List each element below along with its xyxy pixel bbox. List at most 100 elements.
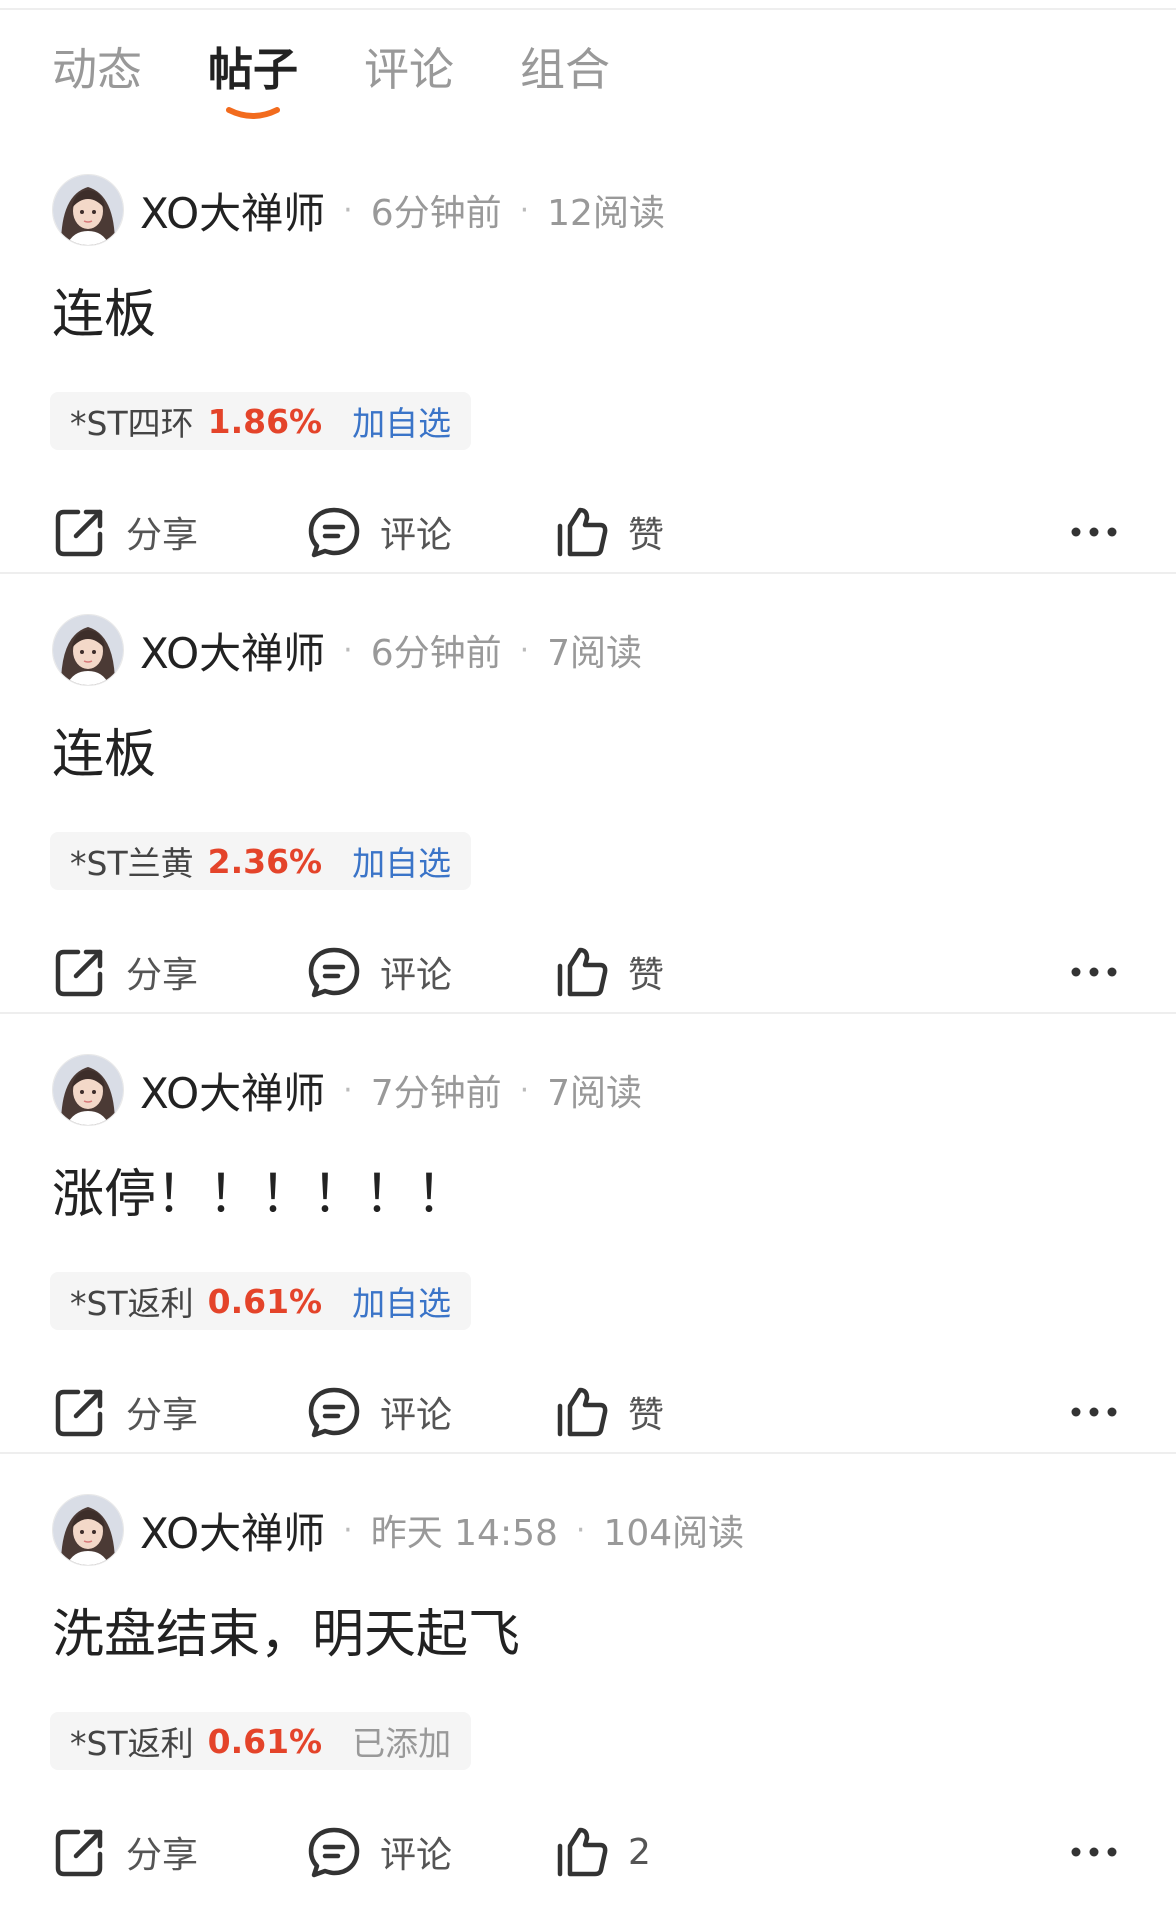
- comment-button[interactable]: 评论: [306, 932, 452, 1012]
- post-title[interactable]: 连板: [52, 712, 156, 787]
- like-count: 2: [628, 1831, 651, 1873]
- share-icon: [55, 1829, 103, 1877]
- post-separator: [0, 572, 1176, 574]
- share-icon: [55, 949, 103, 997]
- read-count: 7阅读: [547, 633, 643, 674]
- comment-label: 评论: [380, 955, 453, 996]
- avatar[interactable]: [52, 174, 124, 246]
- read-count: 104阅读: [603, 1513, 745, 1554]
- post-time: 7分钟前: [370, 1073, 502, 1114]
- tab-posts-label: 帖子: [208, 43, 299, 96]
- more-dots-icon: [1071, 967, 1117, 977]
- stock-name: *ST兰黄: [70, 844, 194, 883]
- post-header: XO大禅师 · 6分钟前 · 7阅读: [52, 612, 642, 688]
- stock-change: 0.61%: [207, 1281, 323, 1321]
- post-header: XO大禅师 · 6分钟前 · 12阅读: [52, 172, 665, 248]
- thumbs-up-icon: [557, 1827, 608, 1877]
- tab-bar: 动态 帖子 评论 组合: [52, 40, 610, 140]
- share-button[interactable]: 分享: [52, 1372, 198, 1452]
- post-title[interactable]: 洗盘结束，明天起飞: [52, 1592, 520, 1667]
- more-options-button[interactable]: [1064, 932, 1124, 1012]
- stock-chip[interactable]: *ST兰黄 2.36% 加自选: [50, 832, 472, 890]
- add-watchlist-button[interactable]: 加自选: [352, 397, 451, 445]
- separator-dot: ·: [575, 1512, 586, 1548]
- share-button[interactable]: 分享: [52, 492, 198, 572]
- comment-icon: [308, 1387, 360, 1438]
- stock-change: 1.86%: [207, 401, 323, 441]
- avatar[interactable]: [52, 1054, 124, 1126]
- stock-change: 2.36%: [207, 841, 323, 881]
- tab-posts[interactable]: 帖子: [208, 40, 298, 140]
- separator-dot: ·: [519, 192, 530, 228]
- author-name[interactable]: XO大禅师: [140, 1500, 325, 1561]
- comment-button[interactable]: 评论: [306, 492, 452, 572]
- tab-portfolio[interactable]: 组合: [520, 40, 610, 140]
- comment-label: 评论: [380, 515, 453, 556]
- read-count: 12阅读: [547, 193, 665, 234]
- stock-change: 0.61%: [207, 1721, 323, 1761]
- post-actions: 分享 评论 赞: [52, 1372, 1124, 1452]
- comment-label: 评论: [380, 1395, 453, 1436]
- post-time: 昨天 14:58: [370, 1513, 558, 1554]
- more-options-button[interactable]: [1064, 1812, 1124, 1892]
- post-separator: [0, 1452, 1176, 1454]
- more-options-button[interactable]: [1064, 1372, 1124, 1452]
- comment-label: 评论: [380, 1835, 453, 1876]
- share-button[interactable]: 分享: [52, 932, 198, 1012]
- more-dots-icon: [1071, 1407, 1117, 1417]
- add-watchlist-button[interactable]: 加自选: [352, 1277, 451, 1325]
- separator-dot: ·: [519, 1072, 530, 1108]
- post-header: XO大禅师 · 昨天 14:58 · 104阅读: [52, 1492, 744, 1568]
- like-button[interactable]: 赞: [554, 492, 664, 572]
- comment-button[interactable]: 评论: [306, 1812, 452, 1892]
- post-card[interactable]: XO大禅师 · 昨天 14:58 · 104阅读 洗盘结束，明天起飞 *ST返利…: [0, 1492, 1176, 1932]
- more-options-button[interactable]: [1064, 492, 1124, 572]
- separator-dot: ·: [343, 1072, 353, 1108]
- share-label: 分享: [126, 1395, 199, 1436]
- post-card[interactable]: XO大禅师 · 7分钟前 · 7阅读 涨停！！！！！！ *ST返利 0.61% …: [0, 1052, 1176, 1492]
- post-card[interactable]: XO大禅师 · 6分钟前 · 12阅读 连板 *ST四环 1.86% 加自选 分…: [0, 172, 1176, 612]
- post-title[interactable]: 涨停！！！！！！: [52, 1152, 468, 1227]
- like-button[interactable]: 赞: [554, 1372, 664, 1452]
- top-divider: [0, 8, 1176, 10]
- stock-name: *ST返利: [70, 1724, 194, 1763]
- stock-name: *ST返利: [70, 1284, 194, 1323]
- comment-icon: [308, 947, 360, 998]
- more-dots-icon: [1071, 1847, 1117, 1857]
- stock-chip[interactable]: *ST返利 0.61% 加自选: [50, 1272, 472, 1330]
- post-time: 6分钟前: [370, 193, 502, 234]
- author-name[interactable]: XO大禅师: [140, 1060, 325, 1121]
- post-actions: 分享 评论 2: [52, 1812, 1124, 1892]
- separator-dot: ·: [343, 1512, 353, 1548]
- avatar[interactable]: [52, 1494, 124, 1566]
- separator-dot: ·: [343, 192, 353, 228]
- comment-icon: [308, 1827, 360, 1878]
- comment-button[interactable]: 评论: [306, 1372, 452, 1452]
- post-actions: 分享 评论 赞: [52, 932, 1124, 1012]
- stock-chip[interactable]: *ST四环 1.86% 加自选: [50, 392, 472, 450]
- like-button[interactable]: 2: [554, 1812, 651, 1892]
- post-separator: [0, 1012, 1176, 1014]
- like-label: 赞: [628, 955, 665, 996]
- avatar[interactable]: [52, 614, 124, 686]
- added-watchlist-status: 已添加: [352, 1724, 452, 1763]
- author-name[interactable]: XO大禅师: [140, 620, 325, 681]
- share-label: 分享: [126, 1835, 199, 1876]
- author-name[interactable]: XO大禅师: [140, 180, 325, 241]
- post-actions: 分享 评论 赞: [52, 492, 1124, 572]
- separator-dot: ·: [343, 632, 353, 668]
- add-watchlist-button[interactable]: 加自选: [352, 837, 451, 885]
- share-label: 分享: [126, 515, 199, 556]
- stock-chip[interactable]: *ST返利 0.61% 已添加: [50, 1712, 472, 1770]
- stock-name: *ST四环: [70, 404, 194, 443]
- share-icon: [55, 509, 103, 557]
- separator-dot: ·: [519, 632, 530, 668]
- like-label: 赞: [628, 1395, 665, 1436]
- tab-dynamic[interactable]: 动态: [52, 40, 142, 140]
- share-button[interactable]: 分享: [52, 1812, 198, 1892]
- tab-comments[interactable]: 评论: [364, 40, 454, 140]
- post-card[interactable]: XO大禅师 · 6分钟前 · 7阅读 连板 *ST兰黄 2.36% 加自选 分享…: [0, 612, 1176, 1052]
- post-time: 6分钟前: [370, 633, 502, 674]
- like-button[interactable]: 赞: [554, 932, 664, 1012]
- post-title[interactable]: 连板: [52, 272, 156, 347]
